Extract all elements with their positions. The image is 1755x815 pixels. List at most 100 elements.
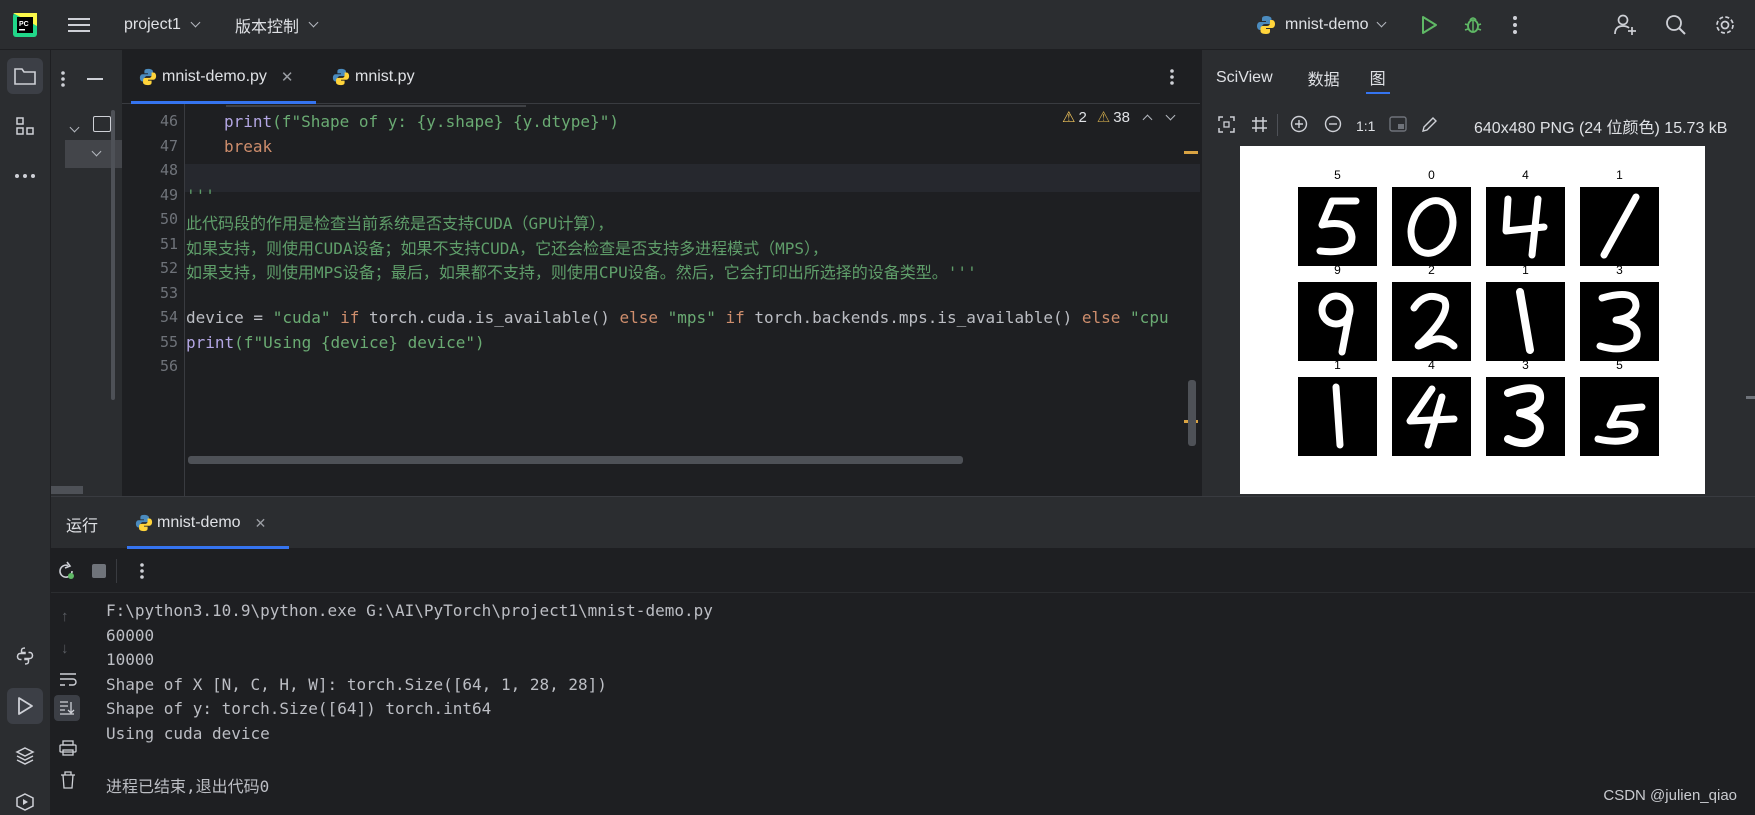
tab-sciview[interactable]: SciView: [1216, 69, 1273, 87]
editor-hscrollbar[interactable]: [188, 456, 963, 464]
python-icon: [135, 514, 153, 532]
actual-size-button[interactable]: 1:1: [1356, 118, 1375, 134]
line-number: 50: [159, 210, 178, 228]
code-line-51[interactable]: 如果支持，则使用CUDA设备；如果不支持CUDA，它还会检查是否支持多进程模式（…: [186, 235, 828, 259]
digit-label: 3: [1522, 358, 1529, 372]
run-tool-button[interactable]: [7, 688, 43, 724]
digit-image-0: [1392, 187, 1471, 266]
tree-hscrollbar[interactable]: [51, 486, 83, 494]
add-user-icon[interactable]: [1614, 0, 1638, 50]
tab-plots[interactable]: 图: [1365, 62, 1390, 94]
sciview-panel: SciView 数据 图 1:1 640x480 PNG (24 位颜色) 15…: [1201, 50, 1755, 496]
mnist-sample-grid[interactable]: 5 0 4 1 9 2 1 3 1 4 3 5: [1240, 146, 1705, 494]
zoom-in-icon[interactable]: [1290, 115, 1308, 137]
run-button[interactable]: [1420, 0, 1438, 50]
tab-run-config[interactable]: mnist-demo ✕: [135, 497, 266, 549]
toolbar-separator: [1277, 114, 1278, 136]
editor-vscrollbar[interactable]: [1188, 380, 1196, 446]
code-line-52[interactable]: 如果支持，则使用MPS设备；最后，如果都不支持，则使用CPU设备。然后，它会打印…: [186, 259, 977, 283]
debug-button[interactable]: [1463, 0, 1483, 50]
code-editor: mnist-demo.py ✕ mnist.py 46 47 48 49 50 …: [122, 50, 1200, 496]
scroll-down-icon[interactable]: ↓: [61, 640, 69, 657]
line-gutter: 46 47 48 49 50 51 52 53 54 55 56: [122, 104, 184, 496]
digit-image-3: [1580, 282, 1659, 361]
layers-tool-button[interactable]: [7, 738, 43, 774]
run-tabs: 运行 mnist-demo ✕: [51, 497, 1755, 549]
scroll-to-end-button[interactable]: [54, 695, 80, 721]
play-icon: [1422, 16, 1437, 34]
chevron-down-icon[interactable]: [1165, 110, 1176, 120]
tab-mnist[interactable]: mnist.py: [332, 50, 415, 104]
line-number: 56: [159, 357, 178, 375]
code-line-55[interactable]: print(f"Using {device} device"): [186, 333, 485, 352]
zoom-out-icon[interactable]: [1324, 115, 1342, 137]
tree-expand-chevron-icon[interactable]: [69, 118, 80, 135]
digit-image-4: [1392, 377, 1471, 456]
image-toolbar: 1:1 640x480 PNG (24 位颜色) 15.73 kB: [1202, 106, 1755, 146]
console-line: Shape of X [N, C, H, W]: torch.Size([64,…: [106, 675, 607, 694]
python-icon: [1257, 16, 1275, 34]
warning-count: 2: [1078, 108, 1087, 126]
current-line-highlight: [122, 164, 1200, 192]
warning-stripe-marker[interactable]: [1184, 151, 1198, 154]
project-selector[interactable]: project1: [124, 0, 201, 50]
chevron-up-icon[interactable]: [1142, 114, 1153, 124]
digit-label: 5: [1616, 358, 1623, 372]
color-picker-icon[interactable]: [1421, 115, 1439, 137]
sciview-tabs: SciView 数据 图: [1216, 50, 1390, 106]
code-line-46[interactable]: print(f"Shape of y: {y.shape} {y.dtype}"…: [224, 112, 619, 131]
console-line: 进程已结束,退出代码0: [106, 777, 270, 796]
chevron-down-icon: [1376, 17, 1387, 28]
console-line: 10000: [106, 650, 155, 669]
tab-options-icon[interactable]: [1169, 68, 1175, 90]
code-line-47[interactable]: break: [224, 137, 272, 156]
background-toggle-icon[interactable]: [1389, 115, 1407, 137]
warning-icon: ⚠: [1062, 109, 1076, 126]
trash-icon[interactable]: [60, 771, 76, 793]
close-tab-icon[interactable]: ✕: [281, 68, 294, 86]
line-number: 46: [159, 112, 178, 130]
left-tool-strip: [0, 50, 51, 815]
layers-icon: [15, 747, 35, 765]
digit-image-1: [1298, 377, 1377, 456]
minimize-icon[interactable]: [87, 78, 103, 80]
more-options-icon[interactable]: [139, 562, 145, 584]
run-config-selector[interactable]: mnist-demo: [1256, 0, 1387, 50]
inspection-widget[interactable]: ⚠ 2 ⚠ 38: [1062, 108, 1176, 126]
services-tool-button[interactable]: [7, 784, 43, 815]
line-number: 47: [159, 137, 178, 155]
line-number: 52: [159, 259, 178, 277]
main-menu-icon[interactable]: [68, 0, 90, 50]
pycharm-logo-icon[interactable]: PC: [12, 0, 38, 50]
rerun-icon[interactable]: [56, 561, 76, 585]
vcs-selector[interactable]: 版本控制: [235, 0, 319, 50]
soft-wrap-icon[interactable]: [59, 672, 77, 692]
code-line-50[interactable]: 此代码段的作用是检查当前系统是否支持CUDA（GPU计算），: [186, 210, 613, 234]
run-tool-window: 运行 mnist-demo ✕ ↑ ↓ F:\python3.10.9\pyth…: [51, 496, 1755, 815]
tab-mnist-demo[interactable]: mnist-demo.py ✕: [139, 50, 294, 104]
scroll-up-icon[interactable]: ↑: [61, 608, 69, 625]
options-icon[interactable]: [60, 70, 66, 92]
print-icon[interactable]: [59, 740, 77, 760]
python-console-button[interactable]: [7, 638, 43, 674]
tree-scrollbar[interactable]: [111, 110, 115, 400]
structure-tool-button[interactable]: [7, 108, 43, 144]
close-tab-icon[interactable]: ✕: [255, 515, 267, 532]
more-tools-icon[interactable]: [7, 158, 43, 194]
settings-gear-icon[interactable]: [1714, 0, 1736, 50]
code-line-54[interactable]: device = "cuda" if torch.cuda.is_availab…: [186, 308, 1169, 327]
sciview-splitter-handle[interactable]: [1746, 396, 1755, 399]
more-actions-icon[interactable]: [1512, 0, 1518, 50]
project-tool-button[interactable]: [7, 58, 43, 94]
title-bar: PC project1 版本控制 mnist-demo: [0, 0, 1755, 50]
tab-data[interactable]: 数据: [1308, 66, 1340, 90]
search-icon[interactable]: [1665, 0, 1687, 50]
editor-tabs: mnist-demo.py ✕ mnist.py: [122, 50, 1200, 104]
weak-warning-count: 38: [1113, 108, 1130, 126]
tab-label: mnist.py: [355, 68, 415, 85]
grid-icon[interactable]: [1251, 116, 1268, 137]
stop-icon[interactable]: [92, 564, 106, 578]
code-line-49[interactable]: ''': [186, 186, 215, 205]
line-number: 55: [159, 333, 178, 351]
fit-screen-icon[interactable]: [1218, 115, 1235, 137]
